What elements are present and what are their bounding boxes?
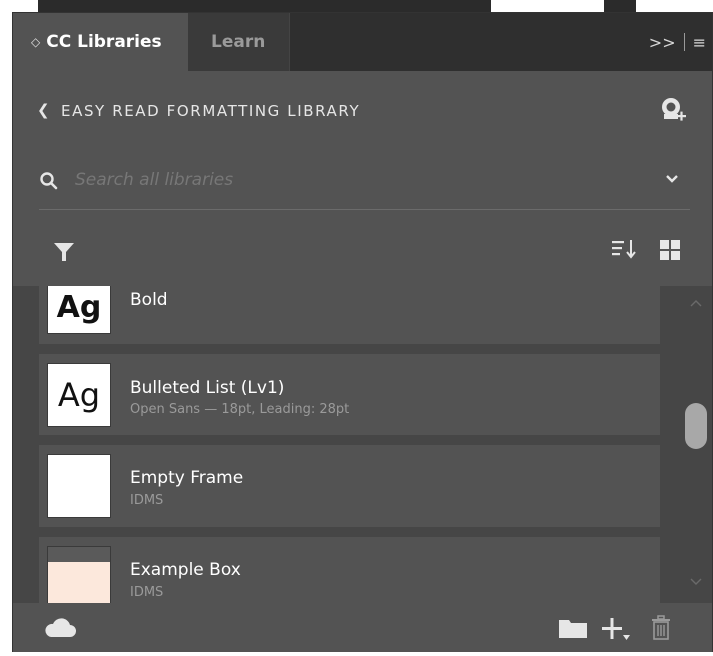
item-thumbnail: Ag [47,363,111,427]
item-detail: IDMS [130,585,164,600]
chevron-down-icon[interactable] [690,578,702,586]
item-name: Example Box [130,560,241,580]
library-item-list: Ag Bold Ag Bulleted List (Lv1) Open Sans… [13,286,712,603]
search-input[interactable] [75,168,595,192]
thumbnail-box-header [48,547,110,562]
folder-icon[interactable] [558,617,588,639]
panel-menu-icon[interactable]: ≡ [693,33,706,52]
panel-tab-bar: ◇ CC Libraries Learn >> ≡ [13,13,712,71]
back-chevron-icon[interactable]: ❮ [37,101,50,119]
cc-libraries-panel: ◇ CC Libraries Learn >> ≡ ❮ EASY READ FO… [12,12,713,656]
list-item[interactable]: Ag Bold [39,286,660,344]
list-item[interactable]: Example Box IDMS [39,537,660,603]
add-icon[interactable] [601,616,631,642]
tab-label: CC Libraries [46,32,162,52]
library-title[interactable]: EASY READ FORMATTING LIBRARY [61,102,360,120]
tab-label: Learn [211,32,266,52]
library-toolbar [13,211,712,285]
host-app-bar-segment [604,0,636,12]
grid-view-icon[interactable] [659,239,681,261]
thumbnail-text: Ag [57,376,101,414]
window-top-strip [0,0,713,12]
divider [683,33,685,51]
scrollbar-thumb[interactable] [685,403,707,449]
window-bottom-strip [0,652,713,656]
list-item[interactable]: Ag Bulleted List (Lv1) Open Sans — 18pt,… [39,354,660,435]
trash-icon[interactable] [650,615,672,641]
list-scrollbar[interactable] [678,286,712,603]
chevron-down-icon[interactable] [664,173,680,185]
tab-cc-libraries[interactable]: ◇ CC Libraries [13,13,188,71]
list-item[interactable]: Empty Frame IDMS [39,445,660,527]
item-thumbnail [47,454,111,518]
chevron-up-icon[interactable] [690,299,702,307]
thumbnail-text: Ag [56,289,102,325]
search-icon [40,172,58,190]
filter-icon[interactable] [53,241,75,263]
panel-footer [13,603,712,655]
item-detail: Open Sans — 18pt, Leading: 28pt [130,402,350,417]
search-bar [39,151,690,210]
expand-panels-icon[interactable]: >> [649,33,676,52]
sort-icon[interactable] [611,238,637,260]
cloud-icon[interactable] [43,617,77,639]
invite-collaborator-icon[interactable] [658,95,688,125]
item-thumbnail: Ag [47,286,111,334]
item-name: Bulleted List (Lv1) [130,378,285,398]
item-name: Bold [130,290,168,310]
host-app-bar [38,0,491,12]
tab-learn[interactable]: Learn [188,13,290,71]
library-header: ❮ EASY READ FORMATTING LIBRARY [13,71,712,151]
item-name: Empty Frame [130,468,244,488]
panel-controls: >> ≡ [649,13,706,71]
panel-collapse-icon[interactable]: ◇ [31,35,40,49]
item-detail: IDMS [130,493,164,508]
item-thumbnail [47,546,111,603]
